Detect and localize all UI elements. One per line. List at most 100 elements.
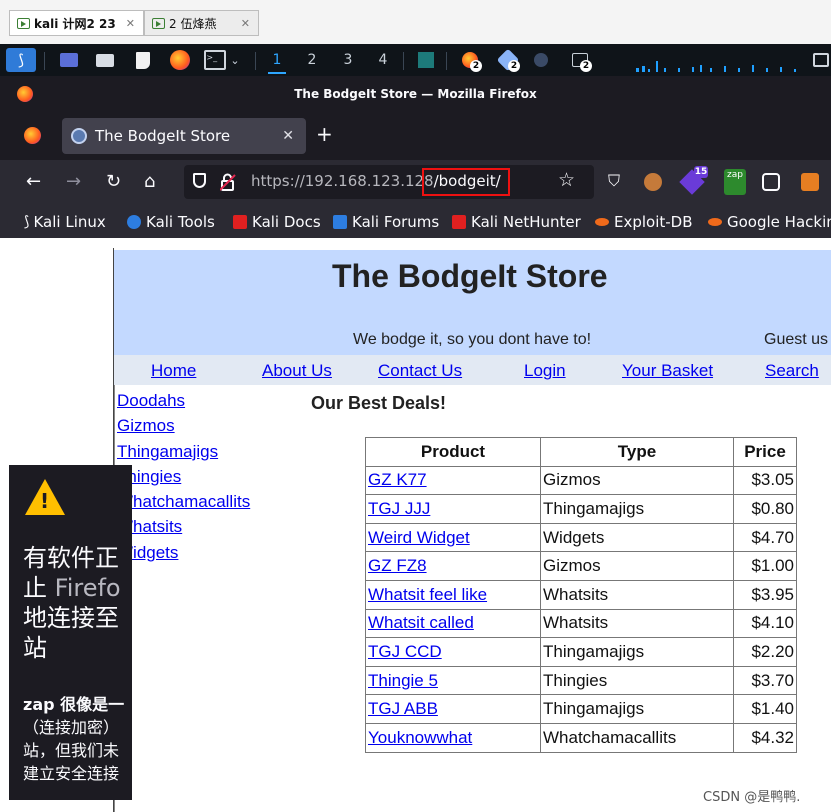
window-button-app[interactable] (414, 48, 438, 72)
menu-login-link[interactable]: Login (524, 361, 566, 381)
kali-menu-button[interactable]: ⟆ (6, 48, 36, 72)
window-button-firefox[interactable]: 2 (456, 48, 484, 72)
product-price-cell: $1.00 (733, 551, 797, 581)
product-name-link[interactable]: GZ FZ8 (365, 551, 541, 581)
workspace-4[interactable]: 4 (374, 48, 392, 72)
bookmark-label: Kali Forums (352, 213, 440, 231)
bookmark-star-icon[interactable]: ☆ (558, 169, 575, 191)
screen-icon-button[interactable] (812, 48, 830, 72)
bookmark-kali-nethunter[interactable]: Kali NetHunter (452, 213, 581, 231)
cpu-graph (634, 52, 804, 72)
back-arrow-icon[interactable]: ← (26, 171, 41, 192)
sidebar-link-gizmos[interactable]: Gizmos (117, 416, 175, 436)
foxyproxy-icon[interactable] (762, 173, 780, 191)
workspace-3[interactable]: 3 (339, 48, 357, 72)
close-icon[interactable]: ✕ (126, 17, 135, 30)
pocket-icon[interactable]: ⛉ (608, 171, 620, 191)
popup-body-line-3: 站，但我们未 (23, 741, 120, 760)
menu-about-link[interactable]: About Us (262, 361, 332, 381)
home-icon[interactable]: ⌂ (144, 171, 155, 192)
sidebar-link-whatchamacallits[interactable]: Whatchamacallits (117, 492, 250, 512)
product-name-link[interactable]: TGJ CCD (365, 637, 541, 667)
sidebar-link-doodahs[interactable]: Doodahs (117, 391, 185, 411)
product-name-link[interactable]: Whatsit called (365, 608, 541, 639)
product-price-cell: $3.05 (733, 465, 797, 496)
menu-home-link[interactable]: Home (151, 361, 196, 381)
firefox-view-icon[interactable] (24, 127, 41, 144)
site-favicon-icon (71, 128, 87, 144)
workspace-1[interactable]: 1 (268, 48, 286, 74)
nethunter-icon (452, 215, 466, 229)
firefox-launcher-button[interactable] (166, 48, 194, 72)
bookmark-exploit-db[interactable]: Exploit-DB (595, 213, 693, 231)
product-name-link[interactable]: Thingie 5 (365, 665, 541, 696)
document-icon (136, 51, 150, 69)
terminal-launcher-button[interactable]: >_ ⌄ (200, 48, 244, 72)
tab-bodgeit-store[interactable]: The BodgeIt Store ✕ (62, 118, 306, 154)
column-header-type: Type (540, 437, 734, 467)
window-button-terminal[interactable]: 2 (566, 48, 594, 72)
workspace-2[interactable]: 2 (303, 48, 321, 72)
vm-tab-second[interactable]: 2 伍烽燕 ✕ (144, 10, 259, 36)
bookmark-kali-linux[interactable]: ⟆ Kali Linux (24, 213, 106, 231)
shield-icon[interactable] (193, 173, 206, 188)
insecure-lock-icon[interactable] (219, 173, 236, 191)
sidebar-link-thingamajigs[interactable]: Thingamajigs (117, 442, 218, 462)
bookmark-kali-forums[interactable]: Kali Forums (333, 213, 439, 231)
product-name-link[interactable]: TGJ ABB (365, 694, 541, 724)
table-header-row: Product Type Price (365, 437, 797, 467)
warning-exclamation: ! (40, 489, 50, 513)
zap-extension-icon[interactable]: zap (724, 169, 746, 195)
table-row: Whatsit feel like Whatsits $3.95 (365, 579, 797, 610)
products-table: Product Type Price GZ K77 Gizmos $3.05 TGJ … (365, 437, 797, 753)
cookie-extension-icon[interactable] (644, 173, 662, 191)
app-icon (418, 52, 434, 68)
firefox-icon (170, 50, 190, 70)
chevron-down-icon: ⌄ (230, 53, 240, 67)
product-name-link[interactable]: Whatsit feel like (365, 579, 541, 610)
kali-forums-icon (333, 215, 347, 229)
show-desktop-button[interactable] (56, 48, 82, 72)
zap-icon (534, 53, 548, 67)
product-type-cell: Thingamajigs (540, 694, 734, 724)
kali-docs-icon (233, 215, 247, 229)
close-tab-icon[interactable]: ✕ (282, 128, 294, 144)
reload-icon[interactable]: ↻ (106, 171, 121, 192)
product-name-link[interactable]: GZ K77 (365, 465, 541, 496)
product-name-link[interactable]: Youknowwhat (365, 722, 541, 753)
menu-basket-link[interactable]: Your Basket (622, 361, 713, 381)
page-viewport: The BodgeIt Store We bodge it, so you do… (0, 238, 831, 812)
bookmark-kali-tools[interactable]: Kali Tools (127, 213, 215, 231)
column-header-price: Price (733, 437, 797, 467)
menu-contact-link[interactable]: Contact Us (378, 361, 462, 381)
text-editor-button[interactable] (130, 48, 156, 72)
window-button-zap[interactable] (530, 48, 552, 72)
product-price-cell: $1.40 (733, 694, 797, 724)
vm-icon (152, 17, 165, 29)
popup-body-line-1: zap 很像是一 (23, 695, 125, 714)
bookmark-kali-docs[interactable]: Kali Docs (233, 213, 321, 231)
vm-tab-kali[interactable]: kali 计网2 23 ✕ (9, 10, 144, 36)
settings-extension-icon[interactable] (801, 173, 819, 191)
window-title: The BodgeIt Store — Mozilla Firefox (294, 87, 537, 101)
product-name-link[interactable]: TGJ JJJ (365, 494, 541, 524)
close-icon[interactable]: ✕ (241, 17, 250, 30)
new-tab-button[interactable]: + (316, 122, 333, 146)
csdn-watermark: CSDN @是鸭鸭. (703, 790, 801, 805)
forward-arrow-icon[interactable]: → (66, 171, 81, 192)
window-count-badge: 2 (508, 60, 520, 72)
bookmarks-toolbar: ⟆ Kali Linux Kali Tools Kali Docs Kali F… (0, 206, 831, 238)
menu-search-link[interactable]: Search (765, 361, 819, 381)
store-tagline: We bodge it, so you dont have to! (353, 331, 592, 348)
exploit-db-icon (595, 218, 609, 226)
bookmark-google-hacking[interactable]: Google Hacking (708, 213, 831, 231)
vm-tab-strip: kali 计网2 23 ✕ 2 伍烽燕 ✕ (0, 0, 831, 45)
bookmark-label: Kali Linux (33, 213, 106, 231)
vm-tab-label: kali 计网2 23 (34, 16, 116, 31)
file-manager-button[interactable] (92, 48, 118, 72)
url-bar[interactable]: https://192.168.123.128/bodgeit/ ☆ (184, 165, 594, 199)
popup-body-line-2: （连接加密） (23, 718, 120, 737)
product-name-link[interactable]: Weird Widget (365, 522, 541, 553)
extension-count-badge: 15 (694, 166, 708, 178)
window-button-burp[interactable]: 2 (494, 48, 522, 72)
